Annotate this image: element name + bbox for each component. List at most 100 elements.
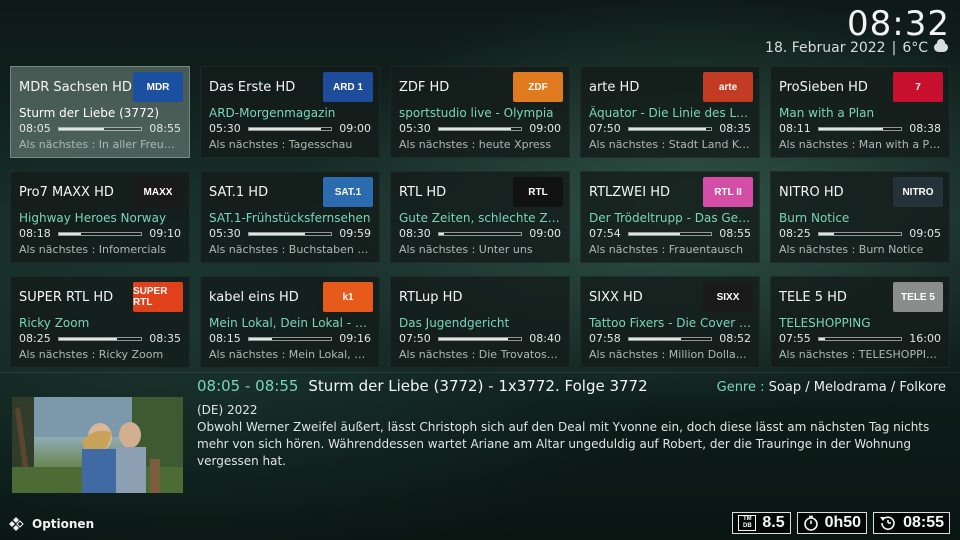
channel-tile[interactable]: kabel eins HD k1 Mein Lokal, Dein Lokal … (200, 276, 380, 368)
next-program: Als nächstes : Million Dollar H... (589, 348, 751, 361)
next-program: Als nächstes : Infomercials (19, 243, 166, 256)
duration-value: 0h50 (824, 514, 862, 531)
channel-name: Pro7 MAXX HD (19, 185, 114, 200)
next-program: Als nächstes : Unter uns (399, 243, 533, 256)
program-title: Sturm der Liebe (3772) (19, 106, 160, 120)
start-time: 08:30 (399, 227, 431, 240)
detail-description: Obwohl Werner Zweifel äußert, lässt Chri… (197, 420, 930, 468)
start-time: 05:30 (209, 122, 241, 135)
channel-tile[interactable]: Pro7 MAXX HD MAXX Highway Heroes Norway … (10, 171, 190, 263)
progress-bar (627, 336, 713, 341)
channel-tile[interactable]: RTLup HD Das Jugendgericht 07:50 08:40 A… (390, 276, 570, 368)
channel-tile[interactable]: Das Erste HD ARD 1 ARD-Morgenmagazin 05:… (200, 66, 380, 158)
progress-fill (248, 337, 272, 340)
start-time: 08:25 (779, 227, 811, 240)
start-time: 08:05 (19, 122, 51, 135)
progress-fill (438, 127, 511, 130)
next-program: Als nächstes : heute Xpress (399, 138, 552, 151)
progress-bar (817, 231, 903, 236)
time-row: 05:30 09:59 (209, 227, 371, 240)
start-time: 08:18 (19, 227, 51, 240)
channel-logo (513, 282, 563, 312)
info-badges: TM DB 8.5 0h50 08:55 (732, 512, 950, 534)
end-time: 09:16 (339, 332, 371, 345)
detail-origin: (DE) 2022 (197, 403, 258, 417)
program-title: Ricky Zoom (19, 316, 90, 330)
channel-logo: MDR (133, 72, 183, 102)
program-title: Äquator - Die Linie des Leben... (589, 106, 753, 120)
progress-fill (438, 232, 445, 235)
channel-logo: ZDF (513, 72, 563, 102)
progress-fill (58, 127, 105, 130)
channel-tile[interactable]: NITRO HD NITRO Burn Notice 08:25 09:05 A… (770, 171, 950, 263)
rating-badge: TM DB 8.5 (732, 512, 791, 534)
progress-bar (247, 126, 333, 131)
thumbnail-image (12, 397, 183, 493)
progress-bar (627, 126, 713, 131)
program-title: Highway Heroes Norway (19, 211, 167, 225)
endtime-badge: 08:55 (873, 512, 950, 534)
program-title: Das Jugendgericht (399, 316, 510, 330)
end-time: 08:35 (149, 332, 181, 345)
channel-tile[interactable]: SIXX HD SIXX Tattoo Fixers - Die Cover U… (580, 276, 760, 368)
progress-fill (58, 337, 117, 340)
next-program: Als nächstes : Mein Lokal, Dei... (209, 348, 371, 361)
program-title: Man with a Plan (779, 106, 875, 120)
channel-tile[interactable]: SAT.1 HD SAT.1 SAT.1-Frühstücksfernsehen… (200, 171, 380, 263)
time-row: 08:30 09:00 (399, 227, 561, 240)
channel-name: kabel eins HD (209, 290, 299, 305)
channel-tile[interactable]: RTLZWEI HD RTL II Der Trödeltrupp - Das … (580, 171, 760, 263)
start-time: 07:50 (399, 332, 431, 345)
progress-bar (247, 336, 333, 341)
end-time: 08:38 (909, 122, 941, 135)
program-title: Der Trödeltrupp - Das Geld li... (589, 211, 753, 225)
channel-tile[interactable]: ZDF HD ZDF sportstudio live - Olympia 05… (390, 66, 570, 158)
channel-name: SIXX HD (589, 290, 643, 305)
channel-tile[interactable]: ProSieben HD 7 Man with a Plan 08:11 08:… (770, 66, 950, 158)
channel-tile[interactable]: RTL HD RTL Gute Zeiten, schlechte Zeiten… (390, 171, 570, 263)
time-row: 08:11 08:38 (779, 122, 941, 135)
program-title: sportstudio live - Olympia (399, 106, 554, 120)
end-time: 09:00 (339, 122, 371, 135)
channel-logo: SIXX (703, 282, 753, 312)
options-button[interactable]: Optionen (8, 516, 94, 532)
footer: Optionen TM DB 8.5 0h50 08:55 (0, 510, 960, 540)
progress-fill (58, 232, 81, 235)
start-time: 05:30 (209, 227, 241, 240)
progress-fill (818, 337, 826, 340)
program-title: TELESHOPPING (779, 316, 871, 330)
channel-logo: RTL (513, 177, 563, 207)
progress-fill (818, 232, 834, 235)
time-row: 07:58 08:52 (589, 332, 751, 345)
channel-tile[interactable]: SUPER RTL HD SUPER RTL Ricky Zoom 08:25 … (10, 276, 190, 368)
channel-name: RTLup HD (399, 290, 463, 305)
divider (0, 372, 960, 373)
channel-logo: MAXX (133, 177, 183, 207)
time-row: 08:05 08:55 (19, 122, 181, 135)
program-title: Tattoo Fixers - Die Cover Up-... (589, 316, 753, 330)
next-program: Als nächstes : TELESHOPPING (779, 348, 941, 361)
options-label: Optionen (32, 517, 95, 531)
start-time: 07:55 (779, 332, 811, 345)
channel-logo: 7 (893, 72, 943, 102)
temperature: 6°C (902, 40, 928, 56)
channel-grid: MDR Sachsen HD MDR Sturm der Liebe (3772… (10, 66, 950, 368)
progress-fill (818, 127, 884, 130)
channel-logo: NITRO (893, 177, 943, 207)
channel-tile[interactable]: MDR Sachsen HD MDR Sturm der Liebe (3772… (10, 66, 190, 158)
channel-name: NITRO HD (779, 185, 844, 200)
start-time: 07:50 (589, 122, 621, 135)
end-time: 09:59 (339, 227, 371, 240)
time-row: 08:15 09:16 (209, 332, 371, 345)
detail-genre: Genre : Soap / Melodrama / Folkore (717, 380, 946, 395)
time-row: 07:50 08:35 (589, 122, 751, 135)
progress-fill (628, 337, 681, 340)
next-program: Als nächstes : Burn Notice (779, 243, 924, 256)
channel-tile[interactable]: arte HD arte Äquator - Die Linie des Leb… (580, 66, 760, 158)
detail-time: 08:05 - 08:55 (197, 377, 299, 395)
end-time: 16:00 (909, 332, 941, 345)
end-time: 08:55 (149, 122, 181, 135)
genre-value: Soap / Melodrama / Folkore (768, 380, 946, 395)
channel-tile[interactable]: TELE 5 HD TELE 5 TELESHOPPING 07:55 16:0… (770, 276, 950, 368)
channel-logo: SUPER RTL (133, 282, 183, 312)
